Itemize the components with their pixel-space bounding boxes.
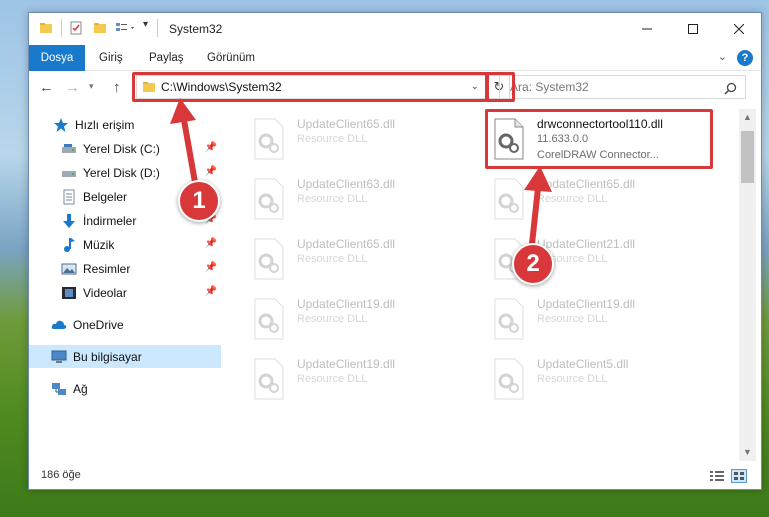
arrow-1-shaft	[181, 119, 199, 189]
callout-2: 2	[512, 243, 554, 285]
arrow-2-head	[524, 166, 552, 192]
callout-1: 1	[178, 180, 220, 222]
annotation-arrows	[170, 98, 552, 245]
arrow-1-head	[170, 98, 196, 124]
arrow-2-shaft	[529, 187, 541, 245]
